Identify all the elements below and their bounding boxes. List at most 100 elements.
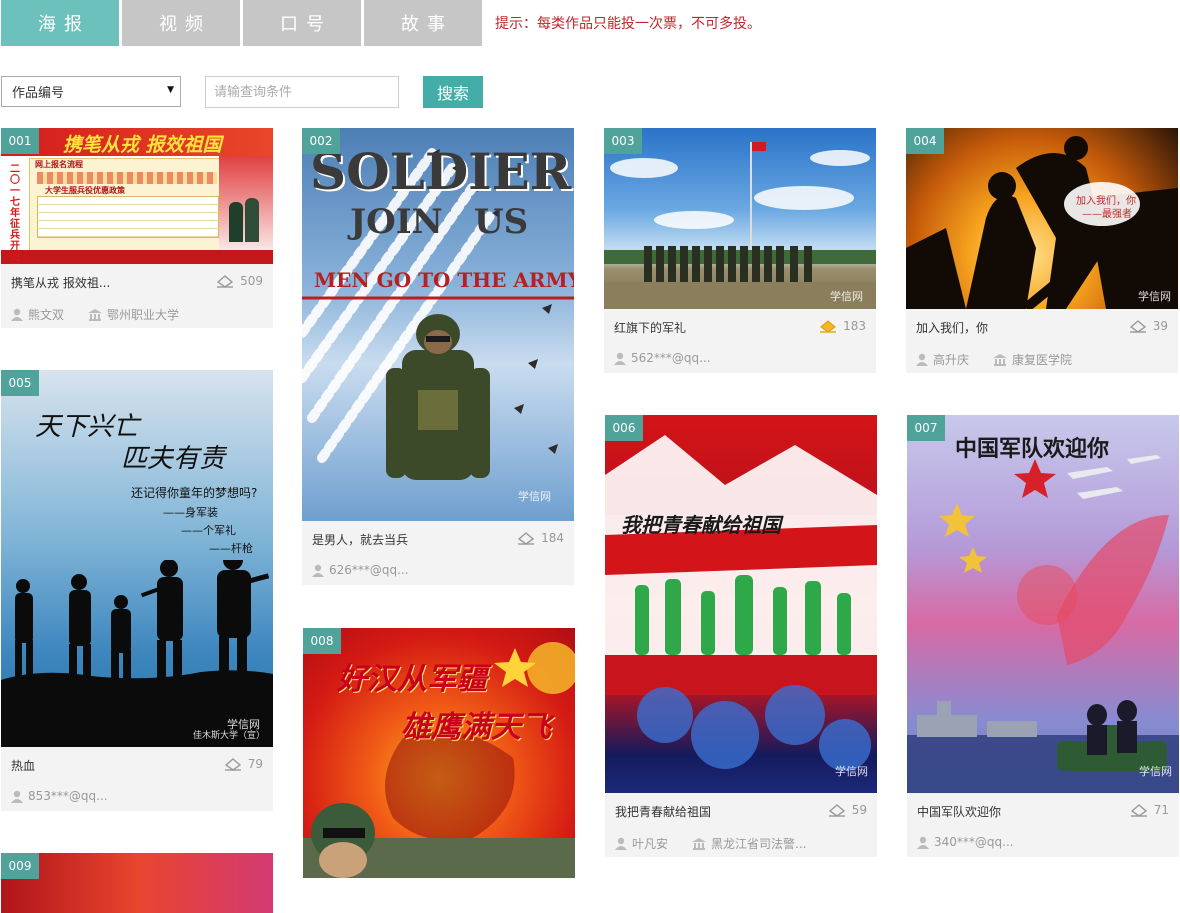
watermark: 学信网	[518, 490, 551, 503]
search-field-select[interactable]: 作品编号 ▼	[1, 76, 181, 107]
school-icon	[692, 837, 707, 850]
poster-headline: 携笔从戎 报效祖国	[63, 134, 222, 156]
vote-button[interactable]: 184	[517, 531, 564, 545]
poster-headline: SOLDIER	[310, 142, 572, 201]
work-title: 是男人，就去当兵	[312, 533, 409, 547]
poster-headline: 中国军队欢迎你	[955, 437, 1110, 462]
work-number-badge: 004	[906, 128, 944, 154]
poster-image[interactable]: 好汉从军疆 雄鹰满天飞	[303, 628, 575, 878]
user-icon	[916, 353, 928, 366]
poster-line-3: 还记得你童年的梦想吗?	[131, 486, 258, 500]
search-input[interactable]	[205, 76, 399, 108]
work-title: 携笔从戎 报效祖...	[11, 276, 111, 290]
watermark: 学信网	[1139, 765, 1172, 778]
poster-graphics	[605, 435, 877, 771]
poster-side-text: 二〇一七年征兵开始了	[10, 164, 20, 264]
parade-scene	[604, 142, 876, 309]
work-card-005[interactable]: 天下兴亡 匹夫有责 还记得你童年的梦想吗? ——身军装 ——个军礼 ——杆枪 学…	[1, 370, 273, 811]
vote-button[interactable]: 509	[216, 274, 263, 288]
chevron-down-icon: ▼	[167, 85, 174, 95]
poster-image[interactable]: 学信网	[604, 128, 876, 309]
poster-image[interactable]: 加入我们，你 ——最强者 学信网	[906, 128, 1178, 309]
school-icon	[88, 308, 103, 321]
poster-word-us: US	[474, 202, 529, 242]
author-name: 626***@qq...	[329, 563, 409, 577]
vote-icon	[216, 275, 234, 288]
poster-image[interactable]: 我把青春献给祖国 学信网	[605, 415, 877, 793]
tab-poster[interactable]: 海报	[1, 0, 119, 46]
poster-headline: 好汉从军疆	[337, 662, 487, 697]
author-name: 340***@qq...	[934, 835, 1014, 849]
school-icon	[993, 353, 1008, 366]
work-number-badge: 009	[1, 853, 39, 879]
poster-subline: 雄鹰满天飞	[401, 710, 551, 745]
vote-count: 184	[541, 531, 564, 545]
user-icon	[615, 837, 627, 850]
watermark: 学信网	[835, 765, 868, 778]
work-card-009[interactable]: 009	[1, 853, 273, 913]
poster-image[interactable]: 携笔从戎 报效祖国 二〇一七年征兵开始了 网上报名流程 大学生服兵役优惠政策	[1, 128, 273, 264]
watermark: 学信网	[830, 290, 863, 303]
poster-tagline: MEN GO TO THE ARMY.	[314, 268, 574, 292]
user-icon	[614, 352, 626, 365]
poster-image[interactable]: 中国军队欢迎你 学信网	[907, 415, 1179, 793]
work-number-badge: 002	[302, 128, 340, 154]
user-icon	[312, 564, 324, 577]
work-number-badge: 006	[605, 415, 643, 441]
vote-icon	[224, 758, 241, 771]
work-number-badge: 005	[1, 370, 39, 396]
vote-icon	[517, 532, 535, 545]
select-value: 作品编号	[12, 86, 65, 101]
work-number-badge: 008	[303, 628, 341, 654]
vote-count: 59	[851, 803, 867, 817]
poster-image[interactable]: 天下兴亡 匹夫有责 还记得你童年的梦想吗? ——身军装 ——个军礼 ——杆枪 学…	[1, 370, 273, 747]
work-title: 热血	[11, 759, 36, 773]
work-card-002[interactable]: SOLDIER JOIN US MEN GO TO THE ARMY. 学信网 …	[302, 128, 574, 585]
vote-count: 71	[1153, 803, 1169, 817]
vote-button[interactable]: 39	[1129, 319, 1168, 333]
work-number-badge: 003	[604, 128, 642, 154]
poster-school: 佳木斯大学（宣）	[193, 731, 266, 741]
school-name: 黑龙江省司法警...	[711, 837, 807, 851]
vote-icon-voted	[820, 320, 837, 333]
work-number-badge: 001	[1, 128, 39, 154]
poster-image[interactable]: SOLDIER JOIN US MEN GO TO THE ARMY. 学信网	[302, 128, 574, 521]
vote-button[interactable]: 183	[819, 319, 866, 333]
work-title: 中国军队欢迎你	[917, 805, 1002, 819]
school-name: 鄂州职业大学	[107, 308, 180, 322]
poster-subhead-1: 网上报名流程	[35, 160, 83, 169]
poster-line-4: ——身军装	[163, 506, 218, 519]
tab-slogan[interactable]: 口号	[243, 0, 361, 46]
poster-subhead-2: 大学生服兵役优惠政策	[45, 186, 125, 195]
vote-button[interactable]: 59	[828, 803, 867, 817]
work-title: 我把青春献给祖国	[615, 805, 712, 819]
work-title: 加入我们，你	[916, 321, 989, 335]
vote-icon	[828, 804, 845, 817]
watermark: 学信网	[1138, 290, 1171, 303]
poster-image[interactable]	[1, 853, 273, 913]
vote-button[interactable]: 79	[224, 757, 263, 771]
vote-icon	[1130, 804, 1147, 817]
school-name: 康复医学院	[1012, 353, 1073, 367]
work-title: 红旗下的军礼	[614, 321, 687, 335]
vote-count: 39	[1152, 319, 1168, 333]
vote-button[interactable]: 71	[1130, 803, 1169, 817]
author-name: 高升庆	[933, 353, 970, 367]
vote-count: 79	[247, 757, 263, 771]
vote-hint: 提示：每类作品只能投一次票，不可多投。	[495, 16, 761, 32]
poster-word-join: JOIN	[350, 202, 443, 242]
vote-icon	[1129, 320, 1146, 333]
speech-line-2: ——最强者	[1082, 209, 1132, 220]
work-card-001[interactable]: 携笔从戎 报效祖国 二〇一七年征兵开始了 网上报名流程 大学生服兵役优惠政策 0…	[1, 128, 273, 328]
search-button[interactable]: 搜索	[423, 76, 483, 108]
work-card-003[interactable]: 学信网 003 红旗下的军礼 183 562***@qq...	[604, 128, 876, 373]
poster-headline: 我把青春献给祖国	[621, 513, 781, 537]
work-card-004[interactable]: 加入我们，你 ——最强者 学信网 004 加入我们，你 39 高升庆 康复医学院	[906, 128, 1178, 373]
work-card-006[interactable]: 我把青春献给祖国 学信网 006 我把青春献给祖国 59 叶凡安 黑龙江省司法警…	[605, 415, 877, 857]
tab-video[interactable]: 视频	[122, 0, 240, 46]
work-card-007[interactable]: 中国军队欢迎你 学信网 007 中国军队欢迎你 71 340***@qq...	[907, 415, 1179, 857]
work-card-008[interactable]: 好汉从军疆 雄鹰满天飞 008	[303, 628, 575, 878]
silhouette-scene	[906, 136, 1178, 309]
vote-count: 183	[843, 319, 866, 333]
tab-story[interactable]: 故事	[364, 0, 482, 46]
